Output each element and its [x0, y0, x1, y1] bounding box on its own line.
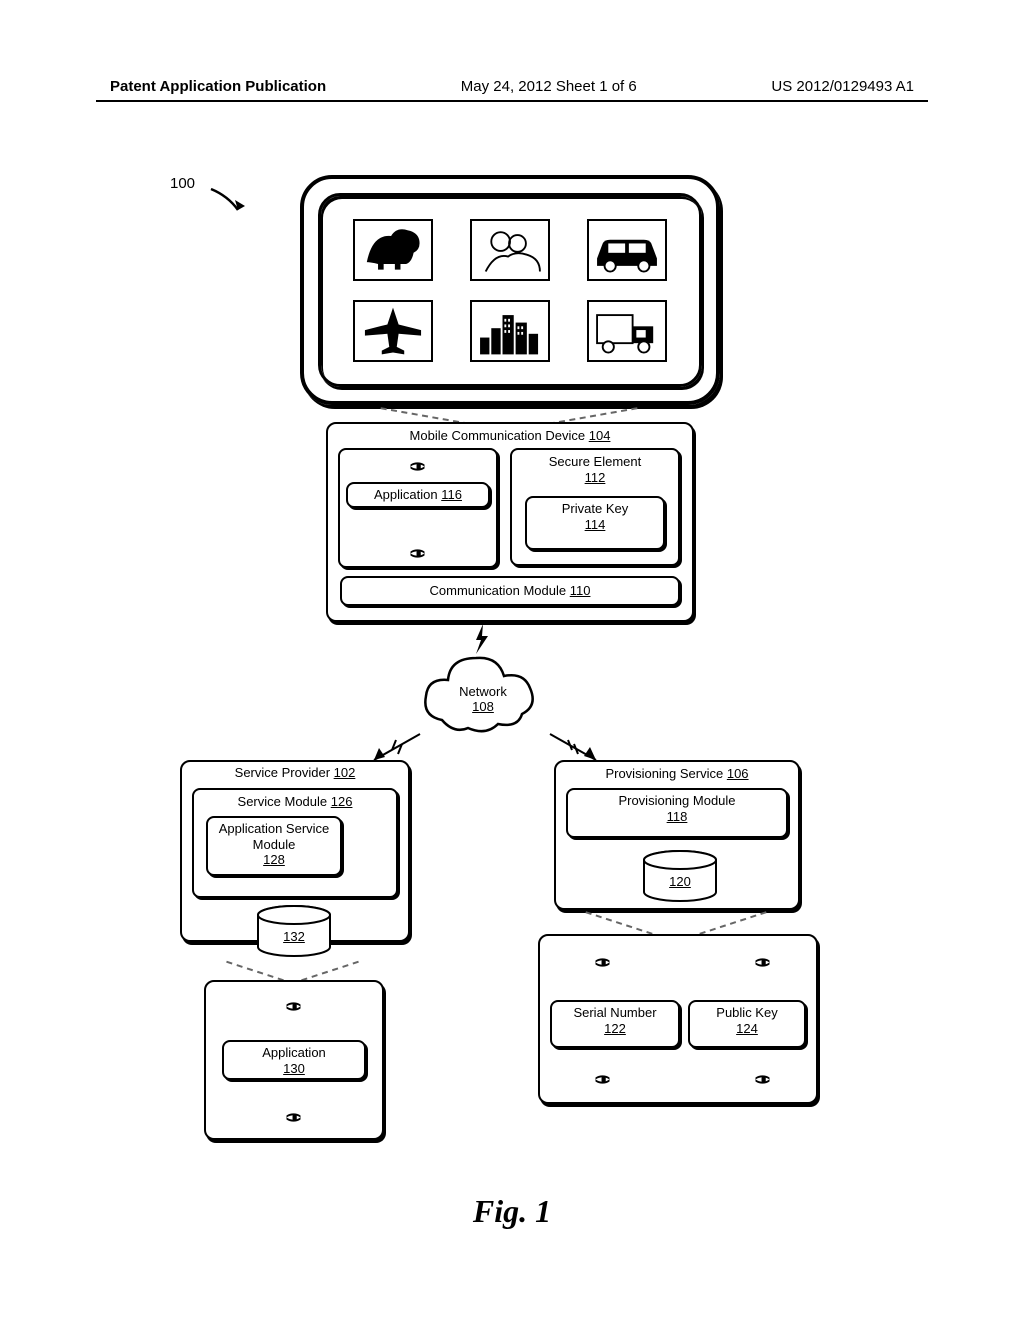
dashed-connector — [699, 911, 766, 935]
sn-label: Serial Number 122 — [552, 1002, 678, 1039]
app130-label: Application 130 — [224, 1042, 364, 1079]
ps-title-text: Provisioning Service — [605, 766, 726, 781]
application-label-num: 116 — [441, 487, 462, 502]
header-rule — [96, 100, 928, 102]
mcd-title-num: 104 — [589, 428, 611, 443]
dots-icon: (•••) — [286, 1113, 303, 1119]
dashed-connector — [585, 911, 652, 935]
application-label: Application 116 — [348, 484, 488, 506]
mcd-title: Mobile Communication Device 104 — [328, 424, 692, 447]
database-132-icon: 132 — [254, 905, 334, 959]
ps-title: Provisioning Service 106 — [556, 762, 798, 785]
pk-text: Public Key — [716, 1005, 777, 1020]
dots-icon: (•••) — [755, 1075, 772, 1081]
buildings-icon — [470, 300, 550, 362]
dashed-connector — [301, 961, 359, 981]
pm-num: 118 — [667, 809, 688, 824]
page-header: Patent Application Publication May 24, 2… — [0, 78, 1024, 95]
asm-label: Application Service Module 128 — [208, 818, 340, 871]
pub-number: US 2012/0129493 A1 — [771, 78, 914, 95]
db132-num: 132 — [283, 929, 305, 944]
service-module-label: Service Module 126 — [194, 790, 396, 813]
private-key-box: Private Key 114 — [525, 496, 665, 550]
figure-canvas: 100 — [0, 150, 1024, 1250]
private-key-num: 114 — [585, 517, 606, 532]
application-130-box: Application 130 — [222, 1040, 366, 1080]
private-key-label: Private Key 114 — [527, 498, 663, 535]
app130-num: 130 — [283, 1061, 305, 1076]
mobile-device-outline — [300, 175, 720, 405]
private-key-text: Private Key — [562, 501, 628, 516]
people-icon — [470, 219, 550, 281]
device-screen — [318, 193, 702, 387]
asm-num: 128 — [263, 852, 285, 867]
provisioning-module-box: Provisioning Module 118 — [566, 788, 788, 838]
ref-100-label: 100 — [170, 175, 195, 192]
secure-element-label: Secure Element 112 — [512, 450, 678, 488]
serial-number-box: Serial Number 122 — [550, 1000, 680, 1048]
sn-num: 122 — [604, 1021, 626, 1036]
comm-module-label: Communication Module 110 — [342, 578, 678, 602]
app-service-module-box: Application Service Module 128 — [206, 816, 342, 876]
network-cloud: Network 108 — [418, 650, 548, 746]
asm-text: Application Service Module — [219, 821, 330, 852]
dashed-connector — [226, 961, 284, 981]
network-label: Network 108 — [418, 684, 548, 714]
sp-title-num: 102 — [334, 765, 356, 780]
airplane-icon — [353, 300, 433, 362]
application-box: Application 116 — [346, 482, 490, 508]
sm-num: 126 — [331, 794, 353, 809]
service-provider-title: Service Provider 102 — [182, 762, 408, 784]
application-label-text: Application — [374, 487, 441, 502]
pk-label: Public Key 124 — [690, 1002, 804, 1039]
db120-num: 120 — [669, 874, 691, 889]
database-120-icon: 120 — [640, 850, 720, 904]
mcd-title-text: Mobile Communication Device — [410, 428, 589, 443]
ps-title-num: 106 — [727, 766, 749, 781]
dots-icon: (•••) — [594, 1075, 611, 1081]
comm-module-text: Communication Module — [430, 583, 570, 598]
pk-num: 124 — [736, 1021, 758, 1036]
dots-icon: (•••) — [410, 549, 427, 555]
sn-text: Serial Number — [573, 1005, 656, 1020]
pm-label: Provisioning Module 118 — [568, 790, 786, 827]
secure-element-text: Secure Element — [549, 454, 642, 469]
sp-title-text: Service Provider — [235, 765, 334, 780]
public-key-box: Public Key 124 — [688, 1000, 806, 1048]
network-num: 108 — [472, 699, 494, 714]
figure-caption: Fig. 1 — [473, 1193, 551, 1230]
dots-icon: (•••) — [286, 1002, 303, 1008]
truck-icon — [587, 300, 667, 362]
date-sheet: May 24, 2012 Sheet 1 of 6 — [461, 78, 637, 95]
network-text: Network — [459, 684, 507, 699]
car-icon — [587, 219, 667, 281]
dots-icon: (•••) — [755, 958, 772, 964]
comm-module-num: 110 — [570, 583, 591, 598]
application-list-box: (•••) (•••) — [338, 448, 498, 568]
sm-text: Service Module — [238, 794, 331, 809]
app130-text: Application — [262, 1045, 326, 1060]
pm-text: Provisioning Module — [618, 793, 735, 808]
dots-icon: (•••) — [594, 958, 611, 964]
dots-icon: (•••) — [410, 462, 427, 468]
comm-module-box: Communication Module 110 — [340, 576, 680, 606]
doc-type: Patent Application Publication — [110, 78, 326, 95]
dog-icon — [353, 219, 433, 281]
secure-element-num: 112 — [585, 470, 606, 485]
ref-100-arrow-icon — [208, 184, 248, 224]
